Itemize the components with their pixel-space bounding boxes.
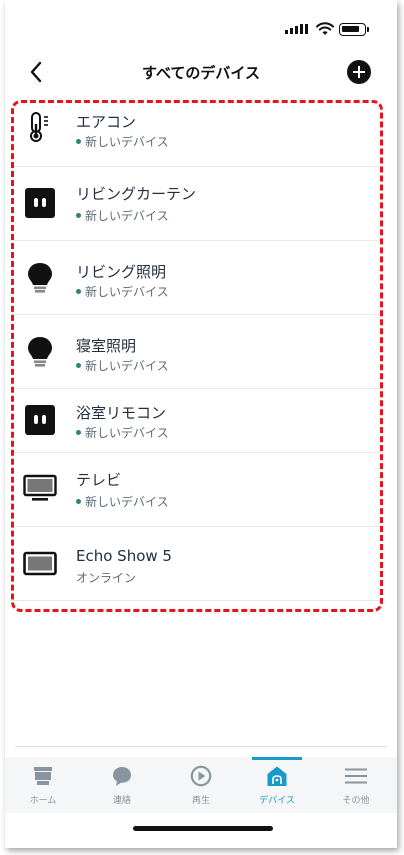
smart-plug-icon	[25, 188, 55, 218]
status-bar	[5, 0, 397, 50]
devices-house-icon	[267, 766, 287, 786]
tab-label: その他	[342, 796, 370, 806]
tab-label: 連絡	[112, 796, 131, 806]
device-row-tv[interactable]: テレビ 新しいデバイス	[11, 453, 383, 527]
tab-play[interactable]: 再生	[171, 757, 231, 813]
device-name: リビング照明	[76, 263, 167, 281]
active-tab-indicator	[252, 757, 302, 760]
light-bulb-icon	[28, 263, 52, 293]
device-name: エアコン	[76, 113, 137, 131]
chat-bubble-icon	[113, 767, 131, 786]
wifi-icon	[316, 22, 334, 35]
tab-divider	[15, 746, 387, 747]
new-device-dot	[76, 363, 81, 368]
new-device-dot	[76, 213, 81, 218]
device-row-living-light[interactable]: リビング照明 新しいデバイス	[11, 241, 383, 315]
device-row-living-curtain[interactable]: リビングカーテン 新しいデバイス	[11, 167, 383, 241]
device-status: 新しいデバイス	[76, 133, 169, 150]
header: すべてのデバイス	[5, 52, 397, 92]
smart-plug-icon	[25, 405, 55, 435]
play-icon	[190, 765, 212, 787]
device-status: 新しいデバイス	[76, 357, 169, 374]
new-device-dot	[76, 289, 81, 294]
home-icon	[34, 767, 52, 785]
device-list: エアコン 新しいデバイス リビングカーテン 新しいデバイス リビング照明 新しい…	[11, 99, 383, 601]
device-row-bedroom-light[interactable]: 寝室照明 新しいデバイス	[11, 315, 383, 389]
tab-home[interactable]: ホーム	[13, 757, 73, 813]
device-status: 新しいデバイス	[76, 424, 169, 441]
page-title: すべてのデバイス	[142, 64, 260, 82]
device-status-text: 新しいデバイス	[85, 209, 169, 223]
device-status: 新しいデバイス	[76, 493, 169, 510]
bottom-tab-bar: ホーム 連絡 再生 デバイス その他	[5, 757, 397, 813]
device-status-text: 新しいデバイス	[85, 426, 169, 440]
device-row-echo-show-5[interactable]: Echo Show 5 オンライン	[11, 527, 383, 601]
device-status-text: オンライン	[76, 571, 137, 585]
phone-screen: すべてのデバイス エアコン 新しいデバイス リビングカーテン 新しいデバイス リ…	[5, 0, 397, 848]
thermometer-icon	[30, 112, 48, 142]
tab-label: デバイス	[259, 796, 295, 806]
device-status: 新しいデバイス	[76, 283, 169, 300]
add-device-button[interactable]	[347, 60, 371, 84]
new-device-dot	[76, 430, 81, 435]
device-status-text: 新しいデバイス	[85, 359, 169, 373]
device-name: 浴室リモコン	[76, 404, 167, 422]
new-device-dot	[76, 499, 81, 504]
device-status-text: 新しいデバイス	[85, 495, 169, 509]
device-row-bathroom-remote[interactable]: 浴室リモコン 新しいデバイス	[11, 389, 383, 453]
tab-devices[interactable]: デバイス	[247, 757, 307, 813]
battery-icon	[339, 23, 369, 36]
tab-label: 再生	[191, 796, 210, 806]
device-name: テレビ	[76, 471, 122, 489]
tab-more[interactable]: その他	[326, 757, 386, 813]
device-status: 新しいデバイス	[76, 207, 169, 224]
light-bulb-icon	[28, 337, 52, 367]
home-indicator[interactable]	[133, 826, 273, 831]
tv-icon	[23, 474, 57, 501]
tab-label: ホーム	[29, 796, 57, 806]
menu-icon	[345, 768, 367, 784]
device-status: オンライン	[76, 569, 136, 586]
device-status-text: 新しいデバイス	[85, 285, 169, 299]
device-name: リビングカーテン	[76, 185, 197, 203]
tab-communicate[interactable]: 連絡	[92, 757, 152, 813]
new-device-dot	[76, 139, 81, 144]
device-name: 寝室照明	[76, 337, 137, 355]
echo-show-icon	[23, 551, 57, 576]
device-status-text: 新しいデバイス	[85, 135, 169, 149]
device-row-aircon[interactable]: エアコン 新しいデバイス	[11, 99, 383, 167]
cellular-signal-icon	[285, 24, 308, 34]
device-name: Echo Show 5	[76, 547, 172, 565]
